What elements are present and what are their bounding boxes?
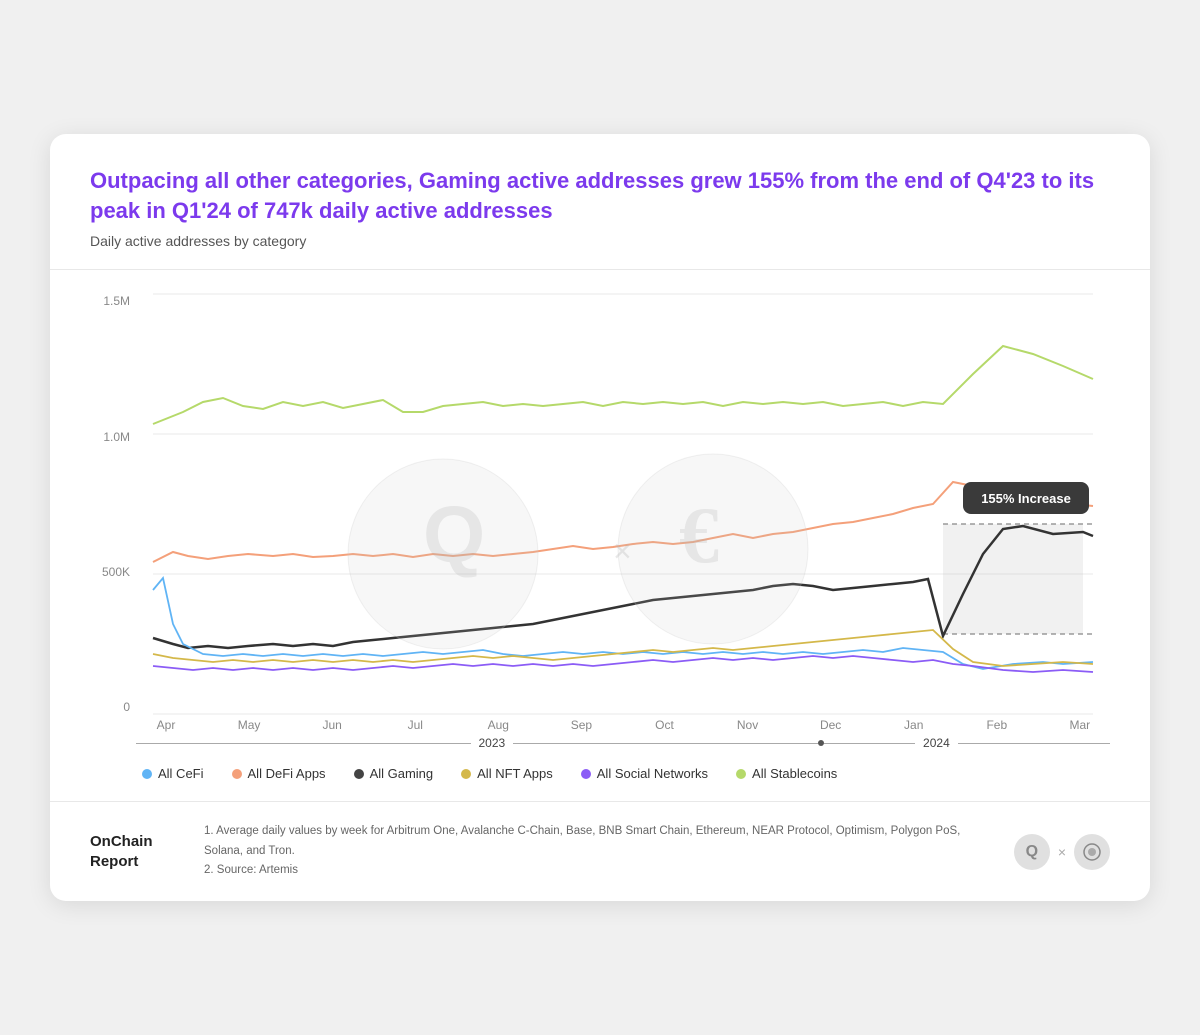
legend-label-social: All Social Networks: [597, 766, 708, 781]
main-chart-svg: Q € × 155% Increase: [136, 294, 1110, 714]
legend-dot-gaming: [354, 769, 364, 779]
x-label-jul: Jul: [385, 718, 445, 732]
svg-text:Q: Q: [423, 490, 485, 579]
card-header: Outpacing all other categories, Gaming a…: [50, 134, 1150, 270]
year-2024: 2024: [915, 736, 958, 750]
svg-text:€: €: [679, 492, 719, 580]
svg-text:×: ×: [613, 533, 632, 569]
svg-text:155% Increase: 155% Increase: [981, 491, 1071, 506]
x-label-may: May: [219, 718, 279, 732]
legend-defi: All DeFi Apps: [232, 766, 326, 781]
y-label-0: 0: [90, 700, 130, 714]
legend-label-stablecoins: All Stablecoins: [752, 766, 837, 781]
x-label-sep: Sep: [551, 718, 611, 732]
legend-dot-nft: [461, 769, 471, 779]
footer-logo-artemis: [1074, 834, 1110, 870]
y-label-1-5m: 1.5M: [90, 294, 130, 308]
legend-dot-defi: [232, 769, 242, 779]
y-label-1m: 1.0M: [90, 430, 130, 444]
footer-notes: 1. Average daily values by week for Arbi…: [204, 822, 990, 881]
report-card: Outpacing all other categories, Gaming a…: [50, 134, 1150, 901]
x-label-mar: Mar: [1050, 718, 1110, 732]
year-2023: 2023: [471, 736, 514, 750]
stablecoins-line: [153, 346, 1093, 424]
legend-gaming: All Gaming: [354, 766, 434, 781]
legend-dot-social: [581, 769, 591, 779]
x-label-oct: Oct: [634, 718, 694, 732]
x-label-jan: Jan: [884, 718, 944, 732]
footer-x-separator: ×: [1058, 844, 1066, 860]
legend-label-cefi: All CeFi: [158, 766, 204, 781]
legend-cefi: All CeFi: [142, 766, 204, 781]
y-label-500k: 500K: [90, 565, 130, 579]
footer-note-1: 1. Average daily values by week for Arbi…: [204, 822, 990, 861]
legend-label-defi: All DeFi Apps: [248, 766, 326, 781]
page-title: Outpacing all other categories, Gaming a…: [90, 166, 1110, 225]
artemis-icon: [1082, 842, 1102, 862]
card-footer: OnChainReport 1. Average daily values by…: [50, 801, 1150, 901]
x-label-nov: Nov: [718, 718, 778, 732]
x-label-dec: Dec: [801, 718, 861, 732]
chart-legend: All CeFi All DeFi Apps All Gaming All NF…: [50, 750, 1150, 801]
legend-social: All Social Networks: [581, 766, 708, 781]
legend-nft: All NFT Apps: [461, 766, 553, 781]
legend-label-nft: All NFT Apps: [477, 766, 553, 781]
chart-area: 1.5M 1.0M 500K 0: [50, 270, 1150, 750]
x-label-apr: Apr: [136, 718, 196, 732]
footer-logos: Q ×: [1014, 834, 1110, 870]
legend-label-gaming: All Gaming: [370, 766, 434, 781]
footer-note-2: 2. Source: Artemis: [204, 861, 990, 881]
nft-line: [153, 630, 1093, 666]
x-label-aug: Aug: [468, 718, 528, 732]
x-label-feb: Feb: [967, 718, 1027, 732]
legend-stablecoins: All Stablecoins: [736, 766, 837, 781]
chart-subtitle: Daily active addresses by category: [90, 233, 1110, 249]
x-label-jun: Jun: [302, 718, 362, 732]
footer-logo-q: Q: [1014, 834, 1050, 870]
legend-dot-cefi: [142, 769, 152, 779]
brand-name: OnChainReport: [90, 832, 180, 871]
legend-dot-stablecoins: [736, 769, 746, 779]
